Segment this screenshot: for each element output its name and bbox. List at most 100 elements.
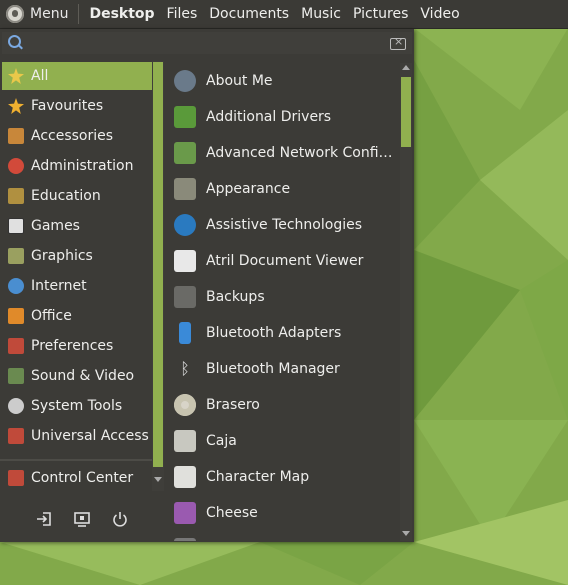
- scrollbar-thumb[interactable]: [401, 77, 411, 147]
- ubuntu-mate-logo-icon: [6, 5, 24, 23]
- app-label: Backups: [206, 289, 265, 305]
- star-icon: [8, 68, 24, 84]
- category-label: Accessories: [31, 128, 114, 144]
- internet-icon: [8, 278, 24, 294]
- power-icon[interactable]: [111, 510, 129, 528]
- app-character-map[interactable]: Character Map: [168, 459, 400, 495]
- category-internet[interactable]: Internet: [0, 271, 152, 301]
- administration-icon: [8, 158, 24, 174]
- app-label: Atril Document Viewer: [206, 253, 364, 269]
- place-desktop[interactable]: Desktop: [83, 0, 160, 28]
- control-center-label: Control Center: [31, 470, 134, 486]
- app-label: Character Map: [206, 469, 310, 485]
- app-appearance[interactable]: Appearance: [168, 171, 400, 207]
- app-partial-next[interactable]: [168, 531, 400, 541]
- application-list: About Me Additional Drivers Advanced Net…: [168, 63, 400, 541]
- category-label: Graphics: [31, 248, 93, 264]
- app-label: Bluetooth Manager: [206, 361, 340, 377]
- games-icon: [8, 218, 24, 234]
- scroll-down-icon[interactable]: [402, 531, 410, 536]
- app-brasero[interactable]: Brasero: [168, 387, 400, 423]
- app-additional-drivers[interactable]: Additional Drivers: [168, 99, 400, 135]
- divider: [0, 459, 152, 461]
- accessibility-icon: [174, 214, 196, 236]
- app-atril-document-viewer[interactable]: Atril Document Viewer: [168, 243, 400, 279]
- place-documents[interactable]: Documents: [203, 0, 295, 28]
- scrollbar-thumb[interactable]: [153, 62, 163, 467]
- place-pictures[interactable]: Pictures: [347, 0, 414, 28]
- app-cheese[interactable]: Cheese: [168, 495, 400, 531]
- preferences-icon: [8, 338, 24, 354]
- graphics-icon: [8, 248, 24, 264]
- category-label: Office: [31, 308, 72, 324]
- search-bar: [2, 32, 412, 55]
- additional-drivers-icon: [174, 106, 196, 128]
- document-viewer-icon: [174, 250, 196, 272]
- control-center-icon: [8, 470, 24, 486]
- menu-label: Menu: [30, 6, 69, 22]
- app-label: Advanced Network Configu…: [206, 145, 400, 161]
- category-label: Internet: [31, 278, 87, 294]
- search-input[interactable]: [24, 33, 388, 55]
- app-label: About Me: [206, 73, 273, 89]
- place-video[interactable]: Video: [414, 0, 465, 28]
- clear-search-icon[interactable]: [390, 35, 406, 50]
- category-label: System Tools: [31, 398, 123, 414]
- category-scrollbar[interactable]: [152, 61, 164, 491]
- appearance-icon: [174, 178, 196, 200]
- category-sound-video[interactable]: Sound & Video: [0, 361, 152, 391]
- app-label: Caja: [206, 433, 237, 449]
- category-office[interactable]: Office: [0, 301, 152, 331]
- lock-screen-icon[interactable]: [73, 510, 91, 528]
- scroll-down-icon[interactable]: [154, 477, 162, 482]
- app-about-me[interactable]: About Me: [168, 63, 400, 99]
- system-tools-icon: [8, 398, 24, 414]
- about-me-icon: [174, 70, 196, 92]
- accessories-icon: [8, 128, 24, 144]
- education-icon: [8, 188, 24, 204]
- bluetooth-adapter-icon: [179, 322, 191, 344]
- category-favourites[interactable]: Favourites: [0, 91, 152, 121]
- top-panel: Menu Desktop Files Documents Music Pictu…: [0, 0, 568, 29]
- category-universal-access[interactable]: Universal Access: [0, 421, 152, 451]
- panel-separator: [78, 4, 80, 24]
- app-label: Additional Drivers: [206, 109, 332, 125]
- bluetooth-icon: ᛒ: [180, 359, 190, 378]
- category-administration[interactable]: Administration: [0, 151, 152, 181]
- app-bluetooth-manager[interactable]: ᛒ Bluetooth Manager: [168, 351, 400, 387]
- app-backups[interactable]: Backups: [168, 279, 400, 315]
- app-label: Appearance: [206, 181, 291, 197]
- category-accessories[interactable]: Accessories: [0, 121, 152, 151]
- menu-button[interactable]: Menu: [0, 0, 74, 28]
- category-system-tools[interactable]: System Tools: [0, 391, 152, 421]
- category-label: Administration: [31, 158, 134, 174]
- place-music[interactable]: Music: [295, 0, 347, 28]
- category-label: Games: [31, 218, 80, 234]
- category-graphics[interactable]: Graphics: [0, 241, 152, 271]
- category-education[interactable]: Education: [0, 181, 152, 211]
- control-center-item[interactable]: Control Center: [0, 463, 152, 493]
- application-icon: [174, 538, 196, 541]
- place-files[interactable]: Files: [161, 0, 204, 28]
- app-label: Assistive Technologies: [206, 217, 363, 233]
- app-assistive-technologies[interactable]: Assistive Technologies: [168, 207, 400, 243]
- disc-icon: [174, 394, 196, 416]
- application-scrollbar[interactable]: [400, 63, 412, 541]
- office-icon: [8, 308, 24, 324]
- app-caja[interactable]: Caja: [168, 423, 400, 459]
- scroll-up-icon[interactable]: [402, 65, 410, 70]
- category-preferences[interactable]: Preferences: [0, 331, 152, 361]
- category-games[interactable]: Games: [0, 211, 152, 241]
- session-actions: [0, 499, 164, 539]
- logout-icon[interactable]: [35, 510, 53, 528]
- category-label: Favourites: [31, 98, 104, 114]
- app-advanced-network-configuration[interactable]: Advanced Network Configu…: [168, 135, 400, 171]
- category-label: All: [31, 68, 49, 84]
- sound-video-icon: [8, 368, 24, 384]
- category-label: Preferences: [31, 338, 114, 354]
- app-label: Bluetooth Adapters: [206, 325, 342, 341]
- app-bluetooth-adapters[interactable]: Bluetooth Adapters: [168, 315, 400, 351]
- category-label: Sound & Video: [31, 368, 135, 384]
- category-all[interactable]: All: [2, 62, 152, 90]
- app-label: Cheese: [206, 505, 258, 521]
